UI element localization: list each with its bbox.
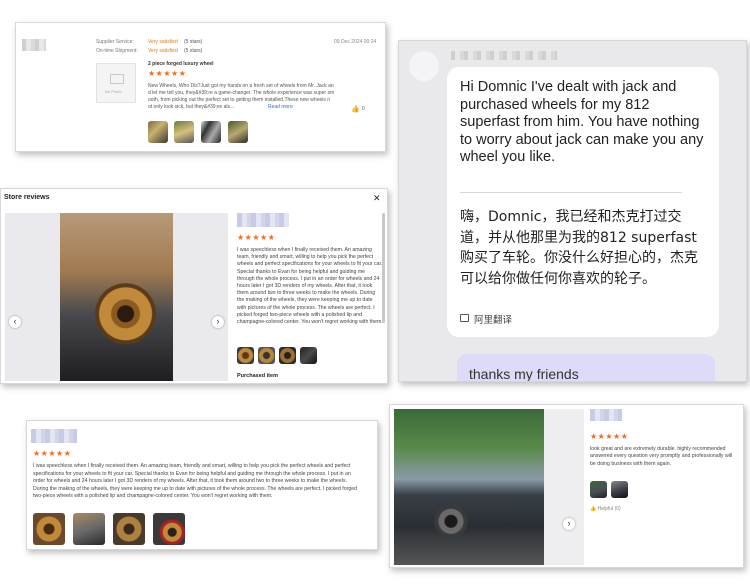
rating-stars: ★★★★★ xyxy=(148,69,187,78)
review-photo-thumb[interactable] xyxy=(300,347,317,364)
review-photo-thumb[interactable] xyxy=(590,481,607,498)
reply-bubble: thanks my friends xyxy=(457,354,715,382)
review-photo-thumb[interactable] xyxy=(153,513,185,545)
reviewer-avatar-blurred xyxy=(31,429,77,443)
review-line-3: ooth, from picking out the perfect set t… xyxy=(148,97,331,103)
review-card-bmw: › ★★★★★ look great and are extremely dur… xyxy=(389,404,744,568)
message-bubble: Hi Domnic I've dealt with jack and purch… xyxy=(447,67,719,337)
review-photo-thumb[interactable] xyxy=(201,121,221,143)
gallery-next-button[interactable]: › xyxy=(563,518,575,530)
review-photo-thumb[interactable] xyxy=(174,121,194,143)
ontime-label: On-time Shipment: xyxy=(96,48,138,54)
review-photo-thumb[interactable] xyxy=(611,481,628,498)
review-line-1: New Wheels, Who Dis?Just got my hands on… xyxy=(148,83,334,89)
thumbs-up-icon: 👍 xyxy=(590,506,597,512)
message-english: Hi Domnic I've dealt with jack and purch… xyxy=(460,79,704,165)
translate-label[interactable]: 阿里翻译 xyxy=(474,312,512,326)
review-line-4: ot only look sick, but they&#39;ve als..… xyxy=(148,104,235,110)
gallery-prev-button[interactable]: ‹ xyxy=(9,316,21,328)
review-photo-thumb[interactable] xyxy=(33,513,65,545)
supplier-service-stars: (5 stars) xyxy=(184,39,203,45)
review-text: I was speechless when I finally received… xyxy=(33,463,358,500)
ontime-value: Very satisfied xyxy=(148,48,178,54)
review-text: look great and are extremely durable. hi… xyxy=(590,446,733,467)
review-photo-thumb[interactable] xyxy=(113,513,145,545)
rating-stars: ★★★★★ xyxy=(33,449,72,458)
scrollbar[interactable] xyxy=(382,213,385,323)
like-icon[interactable]: 👍 xyxy=(351,105,360,113)
review-photo-thumb[interactable] xyxy=(237,347,254,364)
modal-title: Store reviews xyxy=(4,194,50,201)
translate-icon xyxy=(460,314,469,322)
close-icon[interactable]: ✕ xyxy=(373,193,381,204)
reviewer-avatar-blurred xyxy=(237,213,289,227)
review-text: I was speechless when I finally received… xyxy=(237,247,383,326)
review-photo-thumb[interactable] xyxy=(148,121,168,143)
chat-screenshot: Hi Domnic I've dealt with jack and purch… xyxy=(398,40,747,382)
review-photo-thumb[interactable] xyxy=(279,347,296,364)
supplier-service-label: Supplier Service: xyxy=(96,39,134,45)
review-photo-thumb[interactable] xyxy=(228,121,248,143)
review-date: 09 Dec 2024 00:24 xyxy=(334,39,377,45)
product-name: 2 piece forged luxury wheel xyxy=(148,61,214,67)
review-card-customer: ★★★★★ I was speechless when I finally re… xyxy=(26,420,378,550)
gallery-next-button[interactable]: › xyxy=(212,316,224,328)
translation-divider xyxy=(460,192,682,193)
review-main-photo xyxy=(394,409,544,565)
reply-text: thanks my friends xyxy=(469,366,579,382)
chat-avatar xyxy=(409,51,439,81)
message-chinese: 嗨，Domnic，我已经和杰克打过交道，并从他那里为我的812 superfas… xyxy=(460,209,698,287)
reviewer-avatar-blurred xyxy=(22,39,46,51)
read-more-link[interactable]: Read more xyxy=(268,104,293,110)
gallery-strip xyxy=(544,409,584,565)
review-card-supplier: Supplier Service: Very satisfied (5 star… xyxy=(15,22,386,152)
review-gallery: ‹ › xyxy=(5,213,228,381)
helpful-button[interactable]: 👍 Helpful (0) xyxy=(590,506,621,512)
supplier-service-value: Very satisfied xyxy=(148,39,178,45)
review-photo-thumb[interactable] xyxy=(258,347,275,364)
image-icon xyxy=(110,74,124,84)
purchased-item-label: Purchased item xyxy=(237,373,278,379)
sender-name-blurred xyxy=(451,51,557,60)
review-main-photo xyxy=(60,213,173,381)
review-photo-thumb[interactable] xyxy=(73,513,105,545)
store-reviews-modal: Store reviews ✕ ‹ › ★★★★★ I was speechle… xyxy=(0,188,388,384)
helpful-label: Helpful (0) xyxy=(597,506,621,512)
rating-stars: ★★★★★ xyxy=(237,233,276,242)
product-image-placeholder: No Photo xyxy=(96,63,136,103)
ontime-stars: (5 stars) xyxy=(184,48,203,54)
no-photo-label: No Photo xyxy=(105,89,122,94)
reviewer-avatar-blurred xyxy=(590,409,622,421)
review-line-2: d let me tell you, they&#39;re a game-ch… xyxy=(148,90,335,96)
rating-stars: ★★★★★ xyxy=(590,432,629,441)
like-count: 0 xyxy=(362,106,365,112)
